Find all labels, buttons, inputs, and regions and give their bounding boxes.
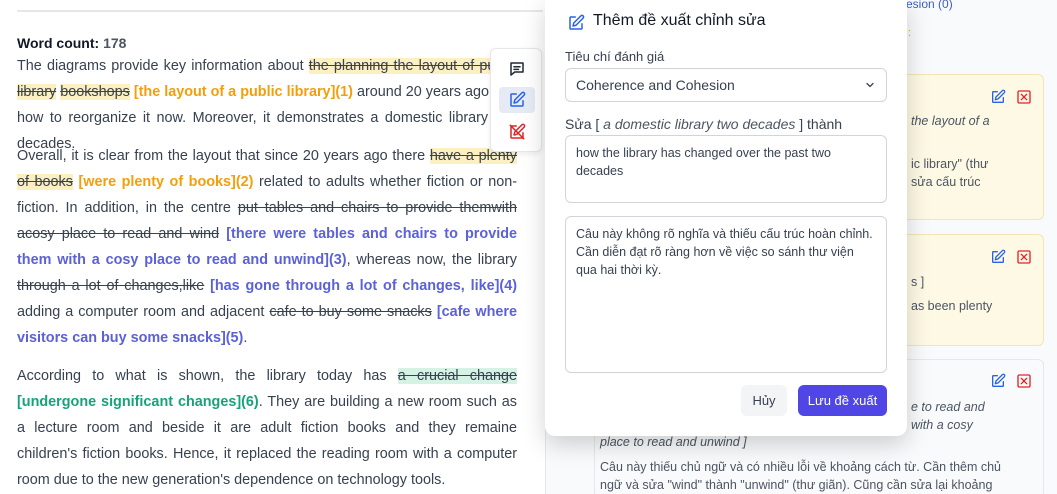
card-quote-fragment: the layout of a: [911, 114, 990, 128]
suggestion-text[interactable]: [the layout of a public library](1): [134, 84, 353, 100]
essay-text: Overall, it is clear from the layout tha…: [17, 148, 430, 164]
suggestion-text[interactable]: [were plenty of books](2): [79, 174, 254, 190]
card-quote-fragment: e to read and: [911, 400, 985, 414]
card-quote-fragment: with a cosy: [911, 418, 973, 432]
edit-icon: [510, 91, 526, 107]
explanation-textarea[interactable]: Câu này không rõ nghĩa và thiếu cấu trúc…: [565, 216, 887, 373]
criterion-count: :: [908, 27, 912, 39]
word-count-value: 178: [103, 35, 127, 51]
criteria-select[interactable]: Coherence and Cohesion: [565, 68, 887, 102]
card-note-fragment: ic library" (thư: [911, 157, 989, 171]
essay-text: adding a computer room and adjacent: [17, 304, 270, 320]
essay-paragraph-2: Overall, it is clear from the layout tha…: [17, 143, 517, 351]
chevron-down-icon: [866, 82, 874, 88]
essay-text: According to what is shown, the library …: [17, 368, 398, 384]
essay-text: The diagrams provide key information abo…: [17, 58, 309, 74]
essay-paragraph-1: The diagrams provide key information abo…: [17, 53, 518, 157]
suggestion-text[interactable]: [undergone significant changes](6): [17, 394, 259, 410]
criteria-value: Coherence and Cohesion: [576, 77, 735, 93]
essay-text: , whereas now, the library: [346, 252, 517, 268]
no-edit-icon: [509, 123, 526, 140]
replacement-textarea[interactable]: how the library has changed over the pas…: [565, 135, 887, 203]
card-quote-fragment: s ]: [911, 275, 925, 289]
essay-text: .: [243, 330, 248, 346]
edit-icon[interactable]: [990, 373, 1006, 389]
edit-icon: [569, 14, 585, 30]
struck-text: cafe to buy some snacks: [269, 304, 432, 320]
suggest-edit-button[interactable]: [499, 87, 535, 113]
essay-pane: Word count: 178 The diagrams provide key…: [0, 0, 543, 494]
essay-paragraph-3: According to what is shown, the library …: [17, 363, 517, 493]
card-note-fragment: as been plenty: [911, 299, 993, 313]
divider: [17, 10, 543, 12]
word-count: Word count: 178: [17, 35, 127, 51]
criteria-label: Tiêu chí đánh giá: [565, 49, 665, 64]
card-note-fragment: sửa cấu trúc: [911, 175, 981, 189]
delete-icon[interactable]: [1016, 373, 1032, 389]
comment-icon: [510, 62, 524, 76]
remove-edit-button[interactable]: [499, 119, 535, 145]
save-suggestion-button[interactable]: Lưu đề xuất: [798, 385, 887, 416]
edit-target-label: Sửa [ a domestic library two decades ] t…: [565, 116, 843, 132]
edit-target-quote: a domestic library two decades: [603, 116, 796, 132]
edit-icon[interactable]: [990, 249, 1006, 265]
dialog-title: Thêm đề xuất chỉnh sửa: [593, 12, 766, 29]
edit-icon[interactable]: [990, 89, 1006, 105]
struck-text: bookshops: [60, 84, 130, 100]
card-note: ngữ và sửa "wind" thành "unwind" (thư gi…: [600, 478, 993, 492]
delete-icon[interactable]: [1016, 249, 1032, 265]
cancel-button[interactable]: Hủy: [741, 385, 787, 416]
card-note: Câu này thiếu chủ ngữ và có nhiều lỗi về…: [600, 460, 1002, 474]
struck-text: a crucial change: [397, 368, 517, 384]
delete-icon[interactable]: [1016, 89, 1032, 105]
struck-text: through a lot of changes,like: [17, 278, 205, 294]
add-comment-button[interactable]: [499, 56, 535, 82]
add-suggestion-dialog: Thêm đề xuất chỉnh sửa Tiêu chí đánh giá…: [545, 0, 907, 436]
criterion-filter-link[interactable]: esion (0): [906, 0, 953, 11]
annotation-toolbar: [490, 48, 542, 152]
suggestion-text[interactable]: [has gone through a lot of changes, like…: [210, 278, 517, 294]
